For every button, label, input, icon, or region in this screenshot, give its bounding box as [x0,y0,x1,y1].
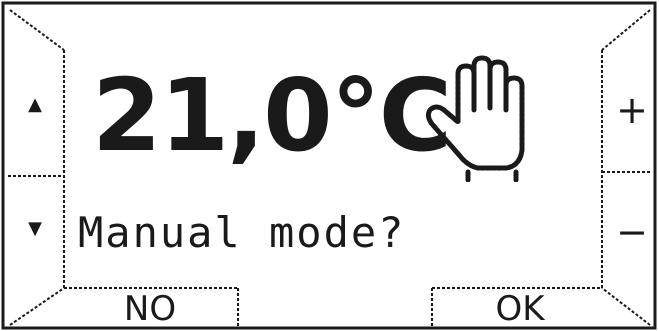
plus-button[interactable]: + [612,90,652,130]
temperature-readout: 21,0°C [92,57,452,174]
no-button[interactable]: NO [62,288,238,331]
hand-icon [425,55,525,182]
arrow-up-button[interactable]: ▲ [20,94,50,115]
minus-button[interactable]: − [612,212,652,252]
thermostat-lcd-screen: ▲ ▼ + − 21,0°C Manual mode? NO OK [0,0,659,331]
ok-button[interactable]: OK [432,288,608,331]
manual-mode-prompt: Manual mode? [78,208,406,257]
arrow-down-button[interactable]: ▼ [20,218,50,239]
